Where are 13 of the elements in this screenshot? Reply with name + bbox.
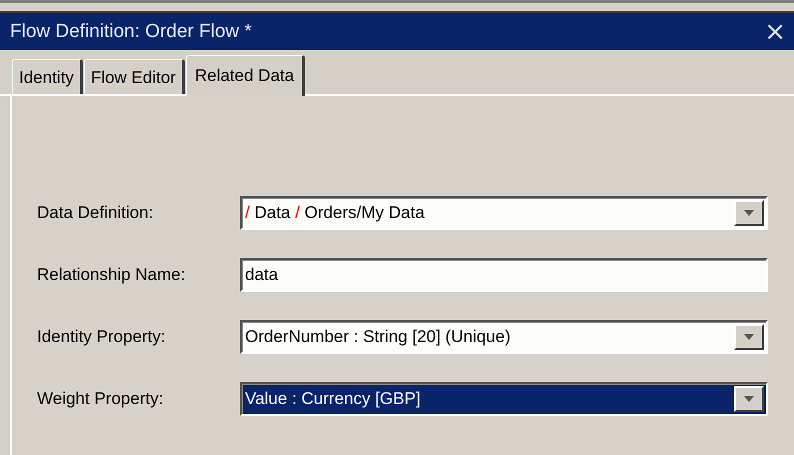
close-button[interactable]: × <box>760 18 790 44</box>
input-field[interactable]: data <box>240 258 768 292</box>
field-label: Data Definition: <box>37 203 154 223</box>
dropdown-field[interactable]: / Data / Orders/My Data <box>240 196 768 230</box>
window-title: Flow Definition: Order Flow * <box>10 20 252 42</box>
field-label: Identity Property: <box>37 327 167 347</box>
field-label: Weight Property: <box>37 389 164 409</box>
dropdown-field[interactable]: OrderNumber : String [20] (Unique) <box>240 320 768 354</box>
dropdown-field[interactable]: Value : Currency [GBP] <box>240 382 768 416</box>
field-label: Relationship Name: <box>37 265 186 285</box>
tab[interactable]: Flow Editor <box>84 59 185 94</box>
tab[interactable]: Related Data <box>186 55 306 96</box>
tab[interactable]: Identity <box>12 59 83 94</box>
